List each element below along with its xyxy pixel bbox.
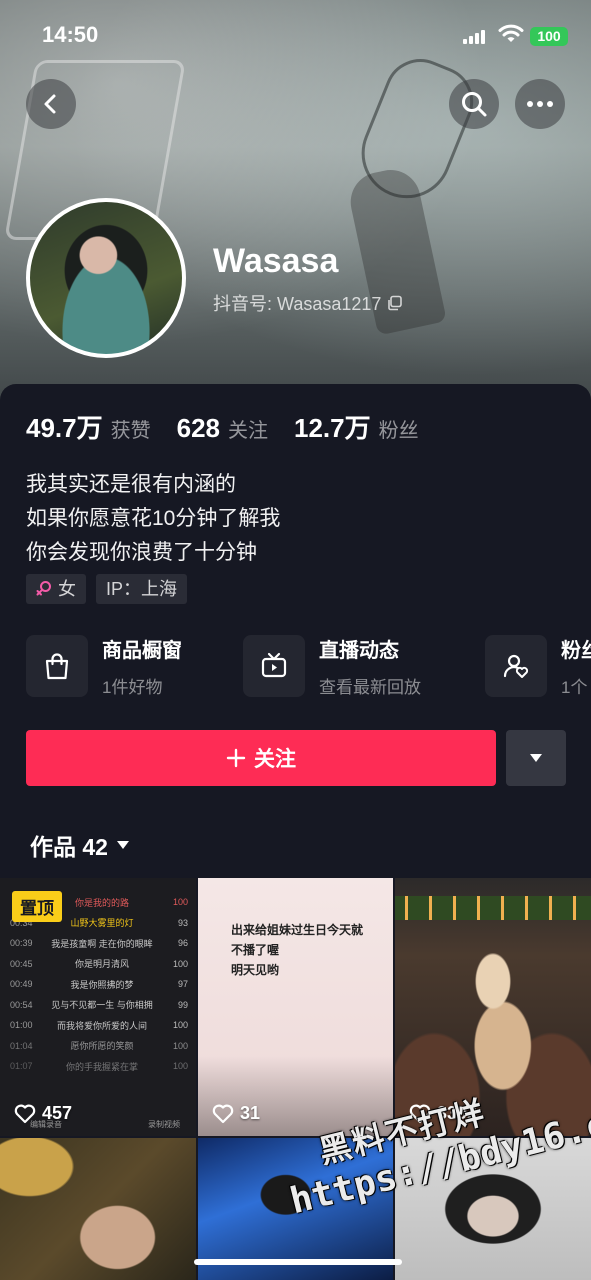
lyric-text: 我是你照拂的梦 [70, 979, 134, 990]
feature-title: 直播动态 [319, 640, 399, 662]
stat-following[interactable]: 628 关注 [177, 413, 268, 444]
fans-icon [503, 654, 529, 678]
video-likes: 31 [212, 1103, 260, 1124]
like-count: 31 [240, 1103, 261, 1123]
stat-label: 粉丝 [378, 420, 419, 442]
lyric-score: 99 [177, 999, 188, 1010]
lyric-time: 00:54 [10, 999, 33, 1010]
lyric-text: 愿你所愿的笑颜 [70, 1041, 134, 1052]
ip-tag: IP：上海 [96, 574, 188, 604]
feature-row: 商品橱窗 1件好物 直播动态 查看最新回放 粉丝 1个 [26, 634, 591, 698]
stat-likes[interactable]: 49.7万 获赞 [26, 408, 151, 445]
lyric-score: 93 [177, 917, 188, 928]
avatar[interactable] [26, 198, 186, 358]
lyric-time: 00:49 [10, 979, 33, 990]
lyric-text: 见与不见都一生 与你相拥 [51, 1000, 153, 1011]
more-button[interactable] [515, 79, 565, 129]
lyric-text: 你的手我握紧在掌 [65, 1061, 138, 1072]
caret-down-icon [530, 754, 542, 762]
tab-works[interactable]: 作品 42 [30, 828, 130, 862]
feature-icon-box [26, 635, 88, 697]
video-tile-4[interactable] [0, 1138, 196, 1280]
gender-tag: 女 [26, 574, 86, 604]
profile-stats: 49.7万 获赞 628 关注 12.7万 粉丝 [26, 408, 445, 445]
status-time: 14:50 [42, 22, 99, 47]
lyric-score: 100 [172, 1061, 188, 1072]
caption-line: 明天见哟 [231, 963, 280, 977]
feature-title: 商品橱窗 [102, 640, 182, 662]
gender-label: 女 [58, 579, 76, 599]
ip-label: IP：上海 [106, 579, 178, 599]
feature-icon-box [485, 635, 547, 697]
lyric-time: 01:00 [10, 1020, 33, 1031]
lyric-header-score: 100 [172, 897, 188, 908]
video-tile-2[interactable]: 出来给姐妹过生日今天就 不播了喔 明天见哟 31 [198, 878, 393, 1136]
chevron-left-icon [44, 94, 56, 114]
bio: 我其实还是很有内涵的 如果你愿意花10分钟了解我 你会发现你浪费了十分钟 [26, 468, 280, 570]
follow-label: 关注 [254, 748, 296, 771]
bio-line: 我其实还是很有内涵的 [26, 473, 236, 496]
bio-line: 你会发现你浪费了十分钟 [26, 541, 257, 564]
stat-label: 关注 [228, 420, 268, 442]
profile-tags: 女 IP：上海 [26, 574, 188, 604]
caret-down-icon [116, 841, 129, 849]
female-icon [36, 581, 51, 596]
lyric-score: 100 [172, 1040, 188, 1051]
feature-title: 粉丝 [561, 640, 591, 662]
lyric-time: 01:04 [10, 1040, 33, 1051]
home-indicator[interactable] [194, 1259, 402, 1265]
stat-value: 49.7万 [26, 413, 103, 443]
like-count: 457 [42, 1103, 73, 1123]
lyric-time: 00:39 [10, 938, 33, 949]
stat-value: 628 [176, 413, 220, 443]
bag-icon [45, 653, 69, 680]
feature-fans[interactable]: 粉丝 1个 [485, 634, 591, 698]
heart-outline-icon [14, 1104, 36, 1123]
feature-live[interactable]: 直播动态 查看最新回放 [243, 634, 421, 698]
feature-subtitle: 查看最新回放 [319, 678, 421, 697]
lyric-time: 00:45 [10, 958, 33, 969]
douyin-id-text: 抖音号: Wasasa1217 [213, 294, 382, 314]
recommend-dropdown-button[interactable] [506, 730, 566, 786]
lyric-score: 100 [172, 1020, 188, 1031]
battery-indicator: 100 [530, 27, 568, 46]
back-button[interactable] [26, 79, 76, 129]
feature-shop-window[interactable]: 商品橱窗 1件好物 [26, 634, 182, 698]
stat-followers[interactable]: 12.7万 粉丝 [294, 408, 419, 445]
search-icon [462, 92, 487, 117]
lyric-text: 而我将爱你所爱的人间 [56, 1020, 147, 1031]
lyric-score: 100 [172, 958, 188, 969]
tv-icon [261, 652, 287, 678]
username: Wasasa [213, 242, 339, 280]
lyric-footer-right: 录制视频 [148, 1120, 180, 1129]
feature-subtitle: 1件好物 [102, 678, 163, 697]
lyric-text: 我是孩童啊 走在你的眼眸 [51, 938, 153, 949]
video-likes: 457 [14, 1103, 72, 1124]
heart-outline-icon [212, 1104, 234, 1123]
caption-line: 出来给姐妹过生日今天就 [231, 923, 364, 937]
stat-value: 12.7万 [294, 413, 371, 443]
status-bar: 14:50 100 [0, 0, 591, 72]
lyric-score: 97 [177, 979, 188, 990]
works-tab-label: 作品 42 [30, 834, 108, 860]
feature-subtitle: 1个 [561, 678, 588, 697]
stat-label: 获赞 [110, 420, 151, 442]
search-button[interactable] [449, 79, 499, 129]
bio-line: 如果你愿意花10分钟了解我 [26, 507, 281, 530]
wifi-icon [498, 24, 524, 42]
lyric-time: 01:07 [10, 1061, 33, 1072]
lyric-text: 你是明月清风 [74, 959, 129, 970]
video-tile-1[interactable]: 你是我的的路 100 00:34 山野大雾里的灯 93 00:39 我是孩童啊 … [0, 878, 196, 1136]
pinned-badge: 置顶 [12, 891, 62, 922]
signal-icon [463, 30, 485, 44]
more-dots-icon [527, 101, 553, 107]
caption-line: 不播了喔 [231, 943, 280, 957]
lyric-score: 96 [177, 938, 188, 949]
video-caption: 出来给姐妹过生日今天就 不播了喔 明天见哟 [231, 920, 363, 980]
feature-icon-box [243, 635, 305, 697]
plus-icon [226, 748, 246, 768]
follow-button[interactable]: 关注 [26, 730, 496, 786]
douyin-id[interactable]: 抖音号: Wasasa1217 [213, 290, 403, 316]
copy-icon[interactable] [387, 295, 403, 311]
